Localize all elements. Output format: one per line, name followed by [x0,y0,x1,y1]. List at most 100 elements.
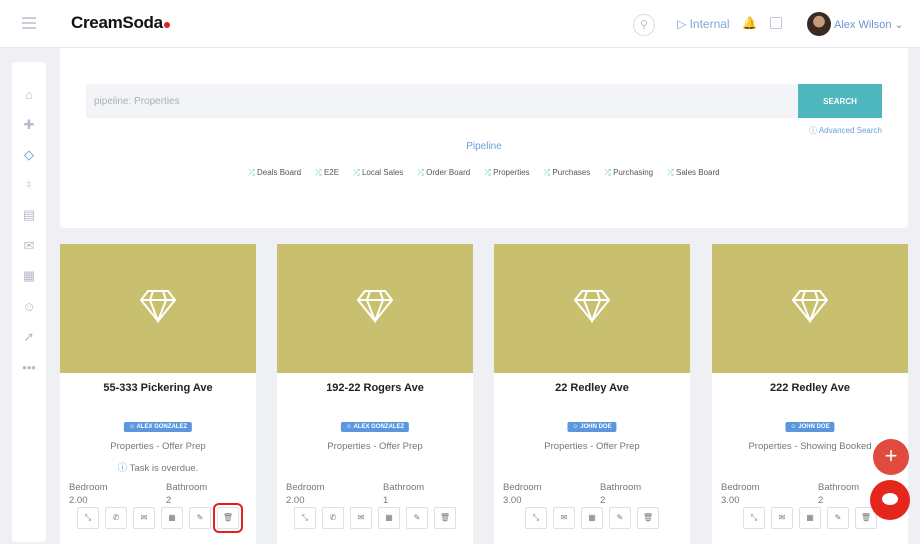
diamond-icon[interactable]: ◇ [12,142,46,168]
property-card[interactable]: 55-333 Pickering Ave ☺ ALEX GONZALEZ Pro… [60,244,256,544]
logo-dot [163,22,170,28]
card-stage: Properties - Offer Prep [110,441,206,452]
chat-icon [882,493,898,505]
property-card[interactable]: 22 Redley Ave ☺ JOHN DOE Properties - Of… [494,244,690,544]
card-title[interactable]: 55-333 Pickering Ave [60,382,256,394]
user-icon[interactable]: ☺ [12,294,46,320]
edit-icon: ✎ [413,513,421,522]
home-icon[interactable]: ⌂ [12,82,46,108]
calendar-icon[interactable] [770,17,782,29]
plus-icon[interactable]: ✚ [12,112,46,138]
edit-button[interactable]: ✎ [827,507,849,529]
add-fab-button[interactable]: + [873,439,909,475]
diamond-icon [791,289,829,328]
phone-button[interactable]: ✆ [105,507,127,529]
calendar-icon: ▦ [588,513,596,522]
advanced-search-link[interactable]: ⓘ Advanced Search [809,125,882,136]
edit-button[interactable]: ✎ [189,507,211,529]
user-menu[interactable]: Alex Wilson ⌄ [834,18,904,31]
delete-button[interactable]: 🗑 [637,507,659,529]
calendar-button[interactable]: ▦ [161,507,183,529]
agent-name: JOHN DOE [580,424,612,430]
bedroom-label: Bedroom [286,482,325,493]
search-input[interactable] [86,84,798,118]
bedroom-value: 3.00 [721,495,740,506]
bedroom-value: 2.00 [286,495,305,506]
mail-icon[interactable]: ✉ [12,233,46,259]
tag-icon[interactable]: ♮ [12,172,46,198]
mail-button[interactable]: ✉ [553,507,575,529]
bedroom-label: Bedroom [69,482,108,493]
calendar-button[interactable]: ▦ [799,507,821,529]
expand-button[interactable]: ⤡ [525,507,547,529]
pipeline-link[interactable]: ⤮ Order Board [418,168,471,177]
avatar[interactable] [807,12,831,36]
card-title[interactable]: 222 Redley Ave [712,382,908,394]
logo[interactable]: CreamSoda [71,13,170,33]
card-image [494,244,690,373]
calendar-button[interactable]: ▦ [581,507,603,529]
card-title[interactable]: 192-22 Rogers Ave [277,382,473,394]
pipeline-title[interactable]: Pipeline [60,141,908,152]
menu-icon[interactable] [22,17,36,29]
mail-icon: ✉ [560,513,568,522]
pipeline-link-label: Order Board [426,168,471,177]
pipeline-links: ⤮ Deals Board ⤮ E2E ⤮ Local Sales ⤮ Orde… [60,168,908,178]
calendar-icon[interactable]: ▦ [12,263,46,289]
bedroom-value: 2.00 [69,495,88,506]
bedroom-label: Bedroom [721,482,760,493]
gift-icon[interactable]: ▤ [12,202,46,228]
card-title[interactable]: 22 Redley Ave [494,382,690,394]
card-image [60,244,256,373]
phone-button[interactable]: ✆ [322,507,344,529]
search-button[interactable]: SEARCH [798,84,882,118]
bathroom-value: 2 [166,495,172,506]
bathroom-value: 1 [383,495,389,506]
pipeline-link[interactable]: ⤮ Deals Board [248,168,301,177]
pipeline-link[interactable]: ⤮ Properties [484,168,529,177]
pipeline-link-label: Sales Board [676,168,720,177]
pin-icon[interactable]: ➚ [12,324,46,350]
pipeline-link-label: Deals Board [257,168,302,177]
delete-button[interactable]: 🗑 [213,503,243,533]
calendar-button[interactable]: ▦ [378,507,400,529]
phone-icon: ✆ [112,513,120,522]
internal-button[interactable]: ▷ Internal [677,17,730,31]
overdue-notice: ⓘ Task is overdue. [60,460,256,474]
agent-badge: ☺ JOHN DOE [785,422,835,432]
pipeline-link[interactable]: ⤮ Sales Board [667,168,719,177]
pipeline-link-label: Properties [493,168,530,177]
mail-button[interactable]: ✉ [771,507,793,529]
expand-button[interactable]: ⤡ [77,507,99,529]
mail-button[interactable]: ✉ [350,507,372,529]
pipeline-link[interactable]: ⤮ E2E [315,168,339,177]
edit-button[interactable]: ✎ [609,507,631,529]
diamond-icon [139,289,177,328]
bathroom-label: Bathroom [383,482,425,493]
card-image [277,244,473,373]
search-icon[interactable]: ⚲ [633,14,655,36]
delete-icon: 🗑 [642,513,654,522]
delete-button[interactable]: 🗑 [434,507,456,529]
card-image [712,244,908,373]
edit-icon: ✎ [834,513,842,522]
expand-icon: ⤡ [532,513,540,522]
logo-text: CreamSoda [71,13,163,32]
bell-icon[interactable]: 🔔 [742,16,757,30]
expand-button[interactable]: ⤡ [294,507,316,529]
edit-button[interactable]: ✎ [406,507,428,529]
mail-button[interactable]: ✉ [133,507,155,529]
diamond-icon [356,289,394,328]
pipeline-link-label: E2E [323,168,340,177]
property-card[interactable]: 192-22 Rogers Ave ☺ ALEX GONZALEZ Proper… [277,244,473,544]
pipeline-link[interactable]: ⤮ Purchasing [604,168,653,177]
more-icon[interactable]: ••• [12,355,46,381]
agent-badge: ☺ JOHN DOE [567,422,617,432]
expand-button[interactable]: ⤡ [743,507,765,529]
phone-icon: ✆ [329,513,337,522]
pipeline-link[interactable]: ⤮ Purchases [544,168,590,177]
top-header: CreamSoda ⚲ ▷ Internal 🔔 Alex Wilson ⌄ [0,0,920,48]
calendar-icon: ▦ [806,513,814,522]
chat-button[interactable] [870,480,910,520]
pipeline-link[interactable]: ⤮ Local Sales [353,168,403,177]
